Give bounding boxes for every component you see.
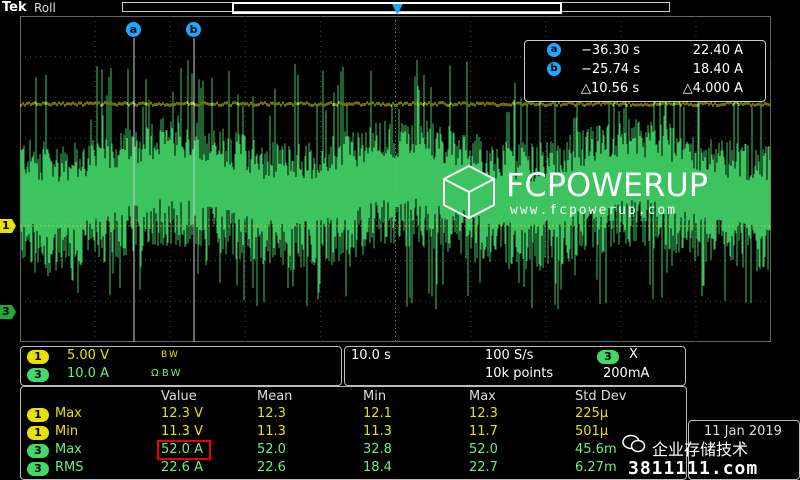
measurement-row[interactable]: 1 Min 11.3 V 11.3 11.3 11.7 501μ	[21, 424, 686, 442]
row-std-dev: 501μ	[575, 424, 609, 439]
ch1-scale[interactable]: 5.00 V	[67, 348, 109, 363]
timebase-panel[interactable]: 10.0 s 100 S/s 10k points 3 Χ 200mA	[344, 346, 686, 386]
row-std-dev: 225μ	[575, 406, 609, 421]
row-min: 18.4	[363, 460, 392, 475]
row-min: 12.1	[363, 406, 392, 421]
watermark-brand-url: www.fcpowerup.com	[510, 203, 678, 218]
cursor-a-badge: a	[547, 43, 561, 57]
row-max: 11.7	[469, 424, 498, 439]
horizontal-scale[interactable]: 10.0 s	[351, 348, 391, 363]
col-header-value: Value	[161, 389, 197, 404]
row-min: 11.3	[363, 424, 392, 439]
row-measure-name: Max	[55, 406, 82, 421]
row-channel-badge: 1	[27, 426, 49, 440]
channel-settings-panel[interactable]: 1 5.00 V B W 3 10.0 A Ω B W	[20, 346, 342, 386]
row-mean: 11.3	[257, 424, 286, 439]
cursor-b-time: −25.74 s	[581, 62, 641, 77]
ch3-badge[interactable]: 3	[27, 368, 49, 382]
sample-rate: 100 S/s	[485, 348, 534, 363]
cursor-b-tag[interactable]: b	[186, 22, 201, 37]
cursor-b-value: 18.40 A	[692, 62, 743, 77]
trigger-slope-icon: Χ	[629, 347, 638, 362]
site-watermark-name: 企业存储技术	[652, 440, 749, 459]
trigger-source-badge[interactable]: 3	[597, 350, 619, 364]
row-measure-name: Max	[55, 442, 82, 457]
row-std-dev: 6.27m	[575, 460, 617, 475]
row-min: 32.8	[363, 442, 392, 457]
ch1-bandwidth-icon: B W	[161, 350, 178, 360]
col-header-mean: Mean	[257, 389, 293, 404]
row-value: 11.3 V	[161, 424, 203, 439]
row-measure-name: RMS	[55, 460, 84, 475]
col-header-min: Min	[363, 389, 387, 404]
trigger-level[interactable]: 200mA	[603, 366, 649, 381]
cursor-readout: a −36.30 s 22.40 A b −25.74 s 18.40 A △1…	[524, 40, 766, 102]
record-points: 10k points	[485, 366, 554, 381]
row-max: 22.7	[469, 460, 498, 475]
row-max: 52.0	[469, 442, 498, 457]
col-header-std-dev: Std Dev	[575, 389, 627, 404]
row-std-dev: 45.6m	[575, 442, 617, 457]
ch3-bandwidth-icon: Ω B W	[151, 368, 181, 379]
highlight-box	[157, 440, 211, 460]
col-header-max: Max	[469, 389, 496, 404]
ch3-scale[interactable]: 10.0 A	[67, 366, 109, 381]
cursor-a-time: −36.30 s	[581, 43, 641, 58]
row-channel-badge: 3	[27, 444, 49, 458]
cursor-delta-time: △10.56 s	[581, 81, 640, 96]
ch1-badge[interactable]: 1	[27, 350, 49, 364]
measurement-table[interactable]: Value Mean Min Max Std Dev 1 Max 12.3 V …	[20, 386, 687, 480]
row-value: 22.6 A	[161, 460, 203, 475]
measurement-row[interactable]: 3 RMS 22.6 A 22.6 18.4 22.7 6.27m	[21, 460, 686, 478]
cursor-a-tag[interactable]: a	[126, 22, 141, 37]
row-mean: 22.6	[257, 460, 286, 475]
cursor-delta-value: △4.000 A	[682, 81, 743, 96]
row-max: 12.3	[469, 406, 498, 421]
measurement-row[interactable]: 1 Max 12.3 V 12.3 12.1 12.3 225μ	[21, 406, 686, 424]
row-channel-badge: 1	[27, 408, 49, 422]
measurement-row[interactable]: 3 Max 52.0 A 52.0 32.8 52.0 45.6m	[21, 442, 686, 460]
fcpowerup-cube-logo	[443, 164, 495, 220]
cursor-a-value: 22.40 A	[692, 43, 743, 58]
row-value: 12.3 V	[161, 406, 203, 421]
watermark-brand-name: FCPOWERUP	[506, 166, 709, 204]
row-mean: 52.0	[257, 442, 286, 457]
row-measure-name: Min	[55, 424, 79, 439]
cursor-b-badge: b	[547, 62, 561, 76]
wechat-icon	[622, 434, 646, 453]
row-mean: 12.3	[257, 406, 286, 421]
site-watermark-url: 3811111.com	[628, 458, 759, 479]
row-channel-badge: 3	[27, 462, 49, 476]
